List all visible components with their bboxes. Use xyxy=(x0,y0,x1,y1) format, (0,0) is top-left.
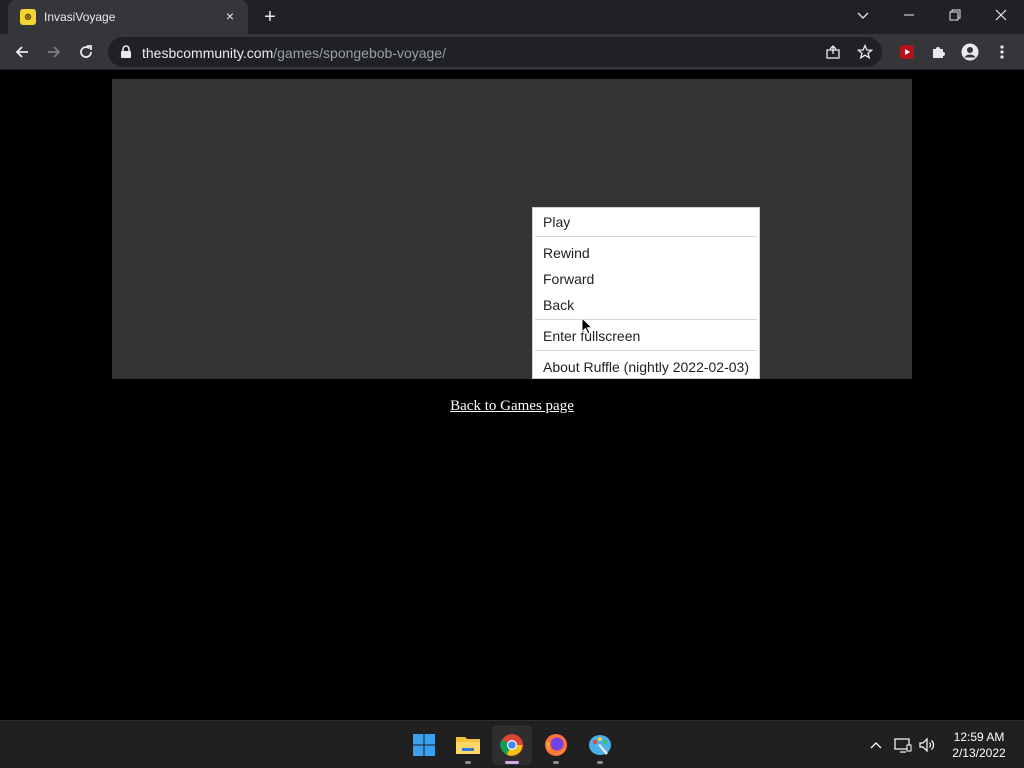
share-icon[interactable] xyxy=(824,43,842,61)
kebab-menu-icon[interactable] xyxy=(988,38,1016,66)
running-indicator xyxy=(553,761,559,764)
running-indicator xyxy=(597,761,603,764)
firefox-icon[interactable] xyxy=(536,725,576,765)
back-icon[interactable] xyxy=(8,38,36,66)
paint-icon[interactable] xyxy=(580,725,620,765)
tab-title: InvasiVoyage xyxy=(44,10,116,24)
address-bar[interactable]: thesbcommunity.com/games/spongebob-voyag… xyxy=(108,37,882,67)
windows-start-icon[interactable] xyxy=(404,725,444,765)
spongebob-favicon-icon: ☻ xyxy=(20,9,36,25)
file-explorer-icon[interactable] xyxy=(448,725,488,765)
menu-item-play[interactable]: Play xyxy=(543,214,570,230)
lock-icon[interactable] xyxy=(120,45,132,64)
browser-toolbar: thesbcommunity.com/games/spongebob-voyag… xyxy=(0,34,1024,70)
back-link-container: Back to Games page xyxy=(0,397,1024,415)
ruffle-flash-player[interactable] xyxy=(112,79,912,379)
active-indicator xyxy=(505,761,519,764)
profile-icon[interactable] xyxy=(956,38,984,66)
menu-divider xyxy=(535,319,757,320)
taskbar-clock[interactable]: 12:59 AM 2/13/2022 xyxy=(944,729,1014,761)
menu-item-back[interactable]: Back xyxy=(543,297,574,313)
back-to-games-link[interactable]: Back to Games page xyxy=(450,398,574,414)
restore-icon[interactable] xyxy=(932,0,978,30)
running-indicator xyxy=(465,761,471,764)
menu-item-about-ruffle[interactable]: About Ruffle (nightly 2022-02-03) xyxy=(543,359,749,375)
page-viewport: Play Rewind Forward Back Enter fullscree… xyxy=(0,71,1024,720)
volume-icon[interactable] xyxy=(917,733,937,757)
ruffle-context-menu: Play Rewind Forward Back Enter fullscree… xyxy=(532,207,760,379)
menu-divider xyxy=(535,350,757,351)
puzzle-icon[interactable] xyxy=(924,38,952,66)
chrome-icon[interactable] xyxy=(492,725,532,765)
reload-icon[interactable] xyxy=(72,38,100,66)
extension-red-icon[interactable] xyxy=(893,38,921,66)
chevron-up-icon[interactable] xyxy=(866,733,886,757)
tab-close-icon[interactable]: × xyxy=(222,8,238,24)
close-icon[interactable] xyxy=(978,0,1024,30)
menu-item-forward[interactable]: Forward xyxy=(543,271,594,287)
clock-time: 12:59 AM xyxy=(953,730,1005,744)
star-icon[interactable] xyxy=(856,43,874,61)
forward-icon[interactable] xyxy=(40,38,68,66)
network-icon[interactable] xyxy=(893,733,913,757)
menu-item-rewind[interactable]: Rewind xyxy=(543,245,590,261)
new-tab-button[interactable]: + xyxy=(258,6,282,30)
tab-strip: ☻ InvasiVoyage × + xyxy=(0,0,1024,34)
minimize-icon[interactable] xyxy=(886,0,932,30)
windows-taskbar: 12:59 AM 2/13/2022 xyxy=(0,720,1024,768)
mouse-cursor-icon xyxy=(581,317,593,335)
clock-date: 2/13/2022 xyxy=(952,746,1006,760)
browser-tab[interactable]: ☻ InvasiVoyage × xyxy=(8,0,248,34)
tab-search-icon[interactable] xyxy=(840,0,886,30)
menu-divider xyxy=(535,236,757,237)
url-text: thesbcommunity.com/games/spongebob-voyag… xyxy=(142,45,447,61)
